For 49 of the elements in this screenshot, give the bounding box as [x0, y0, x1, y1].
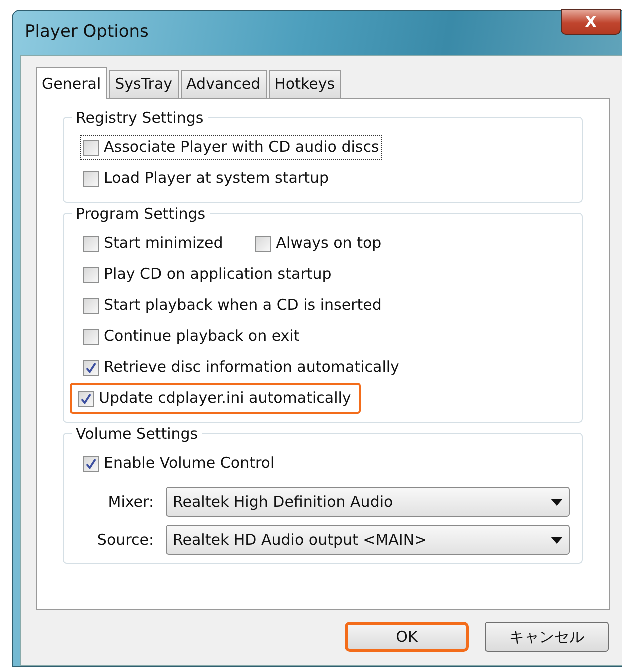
checkbox-label: Start playback when a CD is inserted: [104, 295, 382, 316]
tab[interactable]: Hotkeys: [268, 70, 342, 98]
checkbox[interactable]: [83, 328, 99, 344]
dropdown-value: Realtek High Definition Audio: [173, 492, 394, 513]
checkbox-label: Start minimized: [104, 233, 224, 254]
checkbox[interactable]: [83, 170, 99, 186]
checkbox[interactable]: [83, 298, 99, 314]
checkbox-option[interactable]: Continue playback on exit: [80, 324, 303, 349]
tab[interactable]: Advanced: [180, 70, 267, 98]
checkmark-icon: [85, 362, 97, 374]
checkbox-label: Associate Player with CD audio discs: [104, 137, 380, 158]
checkbox-label: Play CD on application startup: [104, 264, 332, 286]
field-label: Mixer:: [107, 492, 155, 513]
checkbox-option[interactable]: Start minimized: [80, 231, 226, 256]
checkmark-icon: [85, 458, 97, 470]
dropdown-arrow-icon: [551, 536, 563, 544]
checkbox-option[interactable]: Play CD on application startup: [80, 262, 335, 287]
tab[interactable]: SysTray: [109, 70, 179, 98]
checkbox[interactable]: [83, 236, 99, 252]
checkbox-label: Always on top: [276, 233, 382, 254]
window-title: Player Options: [25, 21, 149, 44]
dropdown-arrow-icon: [551, 498, 563, 506]
dropdown[interactable]: Realtek High Definition Audio: [166, 487, 570, 517]
close-button[interactable]: X: [561, 9, 621, 35]
checkbox-option[interactable]: Enable Volume Control: [80, 451, 278, 476]
dropdown-value: Realtek HD Audio output <MAIN>: [173, 530, 428, 551]
checkbox[interactable]: [83, 456, 99, 472]
checkbox-option[interactable]: Update cdplayer.ini automatically: [70, 383, 362, 414]
checkbox[interactable]: [255, 236, 272, 252]
checkbox-option[interactable]: Associate Player with CD audio discs: [80, 135, 382, 160]
checkbox-option[interactable]: Load Player at system startup: [80, 166, 332, 191]
dialog-button[interactable]: OK: [345, 622, 469, 652]
tab[interactable]: General: [36, 67, 108, 99]
checkbox-option[interactable]: Start playback when a CD is inserted: [80, 293, 385, 318]
checkmark-icon: [80, 392, 92, 404]
checkbox[interactable]: [83, 140, 99, 156]
checkbox-label: Retrieve disc information automatically: [104, 357, 400, 378]
checkbox-label: Continue playback on exit: [104, 326, 300, 348]
checkbox-label: Update cdplayer.ini automatically: [99, 388, 352, 410]
checkbox[interactable]: [83, 266, 99, 282]
checkbox-option[interactable]: Always on top: [252, 231, 385, 256]
checkbox[interactable]: [78, 390, 94, 406]
checkbox-option[interactable]: Retrieve disc information automatically: [80, 355, 402, 380]
field-label: Source:: [96, 530, 155, 551]
checkbox-label: Enable Volume Control: [104, 453, 275, 474]
checkbox-label: Load Player at system startup: [104, 168, 329, 190]
dropdown[interactable]: Realtek HD Audio output <MAIN>: [166, 525, 570, 555]
checkbox[interactable]: [83, 360, 99, 376]
dialog-button[interactable]: キャンセル: [485, 622, 609, 652]
